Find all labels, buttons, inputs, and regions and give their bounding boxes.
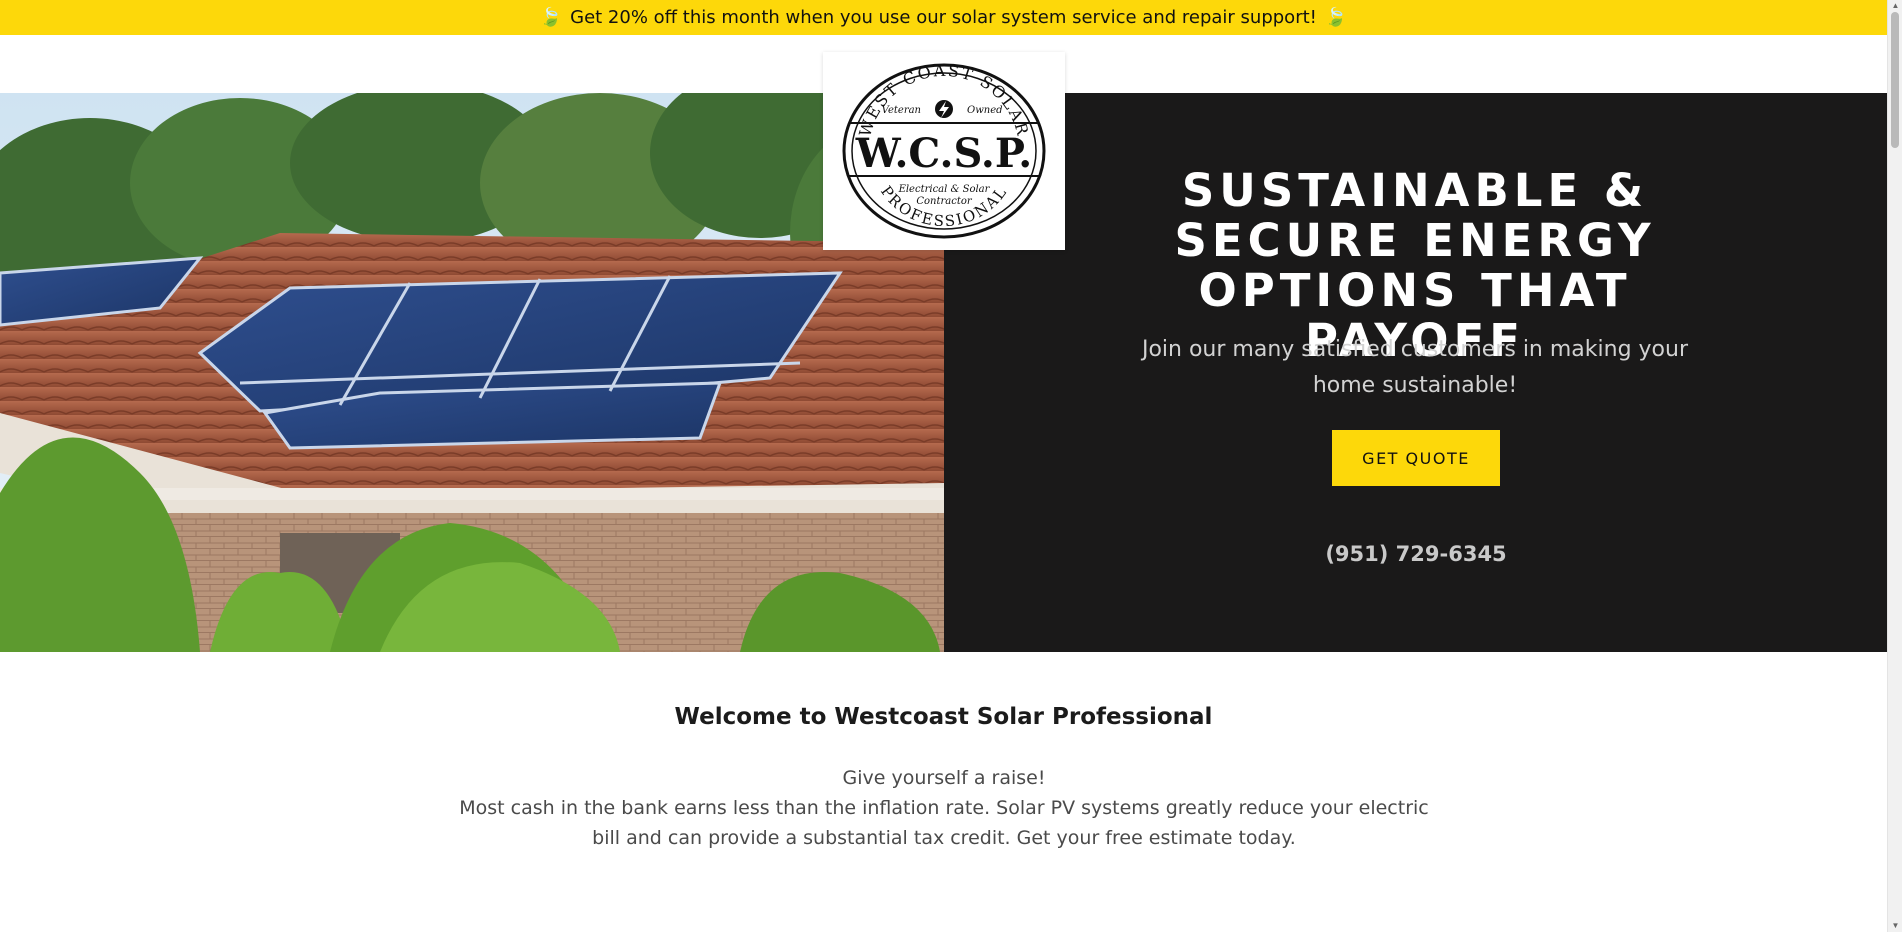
welcome-title: Welcome to Westcoast Solar Professional — [674, 704, 1213, 730]
logo-veteran-right: Owned — [967, 105, 1003, 116]
get-quote-button[interactable]: GET QUOTE — [1332, 430, 1500, 486]
phone-link[interactable]: (951) 729-6345 — [1236, 542, 1596, 566]
page-scrollbar[interactable]: ▲ ▼ — [1887, 0, 1902, 932]
scroll-down-icon[interactable]: ▼ — [1888, 920, 1902, 932]
logo-tagline-1: Electrical & Solar — [898, 184, 991, 195]
svg-text:WEST COAST SOLAR: WEST COAST SOLAR — [855, 61, 1032, 139]
scroll-up-icon[interactable]: ▲ — [1888, 0, 1902, 12]
scrollbar-thumb[interactable] — [1891, 12, 1899, 148]
welcome-line-1: Give yourself a raise! — [842, 767, 1046, 789]
logo-monogram: W.C.S.P. — [855, 130, 1032, 177]
logo-ring-top: WEST COAST SOLAR — [855, 61, 1030, 139]
logo-tagline-2: Contractor — [916, 196, 973, 207]
logo-veteran-left: Veteran — [882, 105, 921, 116]
hero-solar-roof-image — [0, 93, 944, 652]
hero-subline: Join our many satisfied customers in mak… — [1141, 337, 1689, 398]
leaf-icon-right: 🍃 — [1324, 7, 1348, 28]
announcement-text: Get 20% off this month when you use our … — [570, 7, 1317, 28]
leaf-icon-left: 🍃 — [539, 7, 563, 28]
announcement-bar: 🍃 Get 20% off this month when you use ou… — [0, 0, 1887, 35]
welcome-line-2: Most cash in the bank earns less than th… — [459, 797, 1429, 849]
site-logo[interactable]: WEST COAST SOLAR PROFESSIONAL Veteran Ow… — [823, 52, 1065, 250]
welcome-body: Give yourself a raise! Most cash in the … — [444, 763, 1444, 853]
